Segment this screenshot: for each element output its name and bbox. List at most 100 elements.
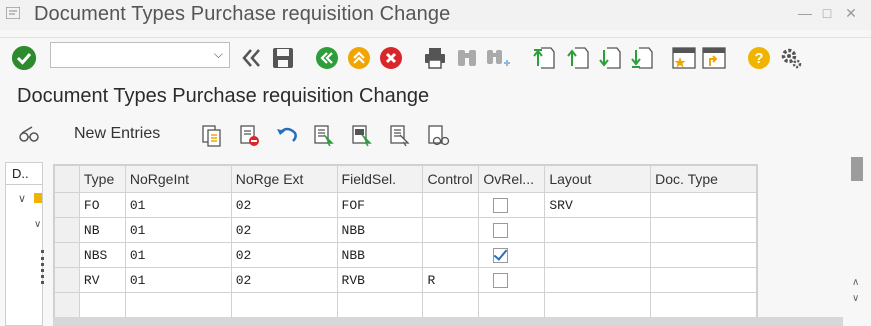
table-row-empty[interactable] bbox=[54, 292, 757, 318]
doctype-cell[interactable] bbox=[650, 217, 757, 243]
empty-cell[interactable] bbox=[230, 292, 338, 318]
last-page-icon[interactable] bbox=[630, 46, 654, 70]
doctype-cell[interactable] bbox=[650, 267, 757, 293]
empty-cell[interactable] bbox=[124, 292, 232, 318]
empty-cell[interactable] bbox=[422, 292, 480, 318]
save-icon[interactable] bbox=[272, 47, 294, 69]
norgeext-cell[interactable]: 02 bbox=[230, 267, 338, 293]
select-all-cell[interactable] bbox=[54, 165, 80, 193]
pane-splitter[interactable] bbox=[41, 250, 48, 284]
exit-icon[interactable] bbox=[348, 47, 370, 69]
menu-icon[interactable] bbox=[6, 7, 20, 19]
delete-icon[interactable] bbox=[240, 125, 260, 147]
row-selector[interactable] bbox=[54, 292, 80, 318]
shortcut-icon[interactable] bbox=[702, 46, 726, 70]
minimize-icon[interactable]: — bbox=[798, 6, 812, 20]
scroll-thumb[interactable] bbox=[851, 157, 863, 181]
copy-as-icon[interactable] bbox=[202, 125, 222, 147]
fieldsel-cell[interactable]: RVB bbox=[336, 267, 424, 293]
norgeint-cell[interactable]: 01 bbox=[124, 217, 232, 243]
table-row[interactable]: RV 01 02 RVB R bbox=[54, 267, 757, 293]
norgeint-cell[interactable]: 01 bbox=[124, 267, 232, 293]
previous-page-icon[interactable] bbox=[566, 46, 590, 70]
empty-cell[interactable] bbox=[544, 292, 652, 318]
row-selector[interactable] bbox=[54, 192, 80, 218]
type-cell[interactable]: NB bbox=[78, 217, 126, 243]
close-icon[interactable]: ✕ bbox=[844, 6, 858, 20]
row-selector[interactable] bbox=[54, 267, 80, 293]
help-icon[interactable]: ? bbox=[748, 47, 770, 69]
doctype-cell[interactable] bbox=[650, 242, 757, 268]
row-selector[interactable] bbox=[54, 217, 80, 243]
next-page-icon[interactable] bbox=[598, 46, 622, 70]
fieldsel-cell[interactable]: NBB bbox=[336, 217, 424, 243]
details-icon[interactable] bbox=[428, 125, 450, 147]
empty-cell[interactable] bbox=[478, 292, 546, 318]
new-session-icon[interactable] bbox=[672, 46, 696, 70]
back-double-icon[interactable] bbox=[240, 47, 262, 69]
new-entries-button[interactable]: New Entries bbox=[74, 125, 160, 143]
layout-cell[interactable]: SRV bbox=[544, 192, 652, 218]
table-row[interactable]: NBS 01 02 NBB bbox=[54, 242, 757, 268]
layout-cell[interactable] bbox=[544, 242, 652, 268]
column-header[interactable]: Doc. Type bbox=[650, 165, 757, 193]
display-change-icon[interactable] bbox=[18, 125, 40, 145]
undo-icon[interactable] bbox=[276, 125, 298, 145]
print-icon[interactable] bbox=[424, 47, 446, 69]
deselect-all-icon[interactable] bbox=[390, 125, 410, 147]
type-cell[interactable]: FO bbox=[78, 192, 126, 218]
norgeint-cell[interactable]: 01 bbox=[124, 192, 232, 218]
first-page-icon[interactable] bbox=[532, 46, 556, 70]
norgeint-cell[interactable]: 01 bbox=[124, 242, 232, 268]
empty-cell[interactable] bbox=[336, 292, 424, 318]
table-row[interactable]: FO 01 02 FOF SRV bbox=[54, 192, 757, 218]
row-selector[interactable] bbox=[54, 242, 80, 268]
find-next-icon[interactable] bbox=[486, 47, 510, 69]
control-cell[interactable] bbox=[422, 242, 480, 268]
ovrel-checkbox[interactable] bbox=[493, 247, 509, 263]
chevron-down-icon[interactable]: ⌵ bbox=[214, 47, 223, 62]
ovrel-checkbox[interactable] bbox=[493, 197, 509, 213]
fieldsel-cell[interactable]: NBB bbox=[336, 242, 424, 268]
norgeext-cell[interactable]: 02 bbox=[230, 217, 338, 243]
ovrel-checkbox[interactable] bbox=[493, 222, 509, 238]
ovrel-checkbox[interactable] bbox=[493, 272, 509, 288]
gear-icon[interactable] bbox=[780, 47, 802, 69]
select-all-icon[interactable] bbox=[314, 125, 334, 147]
vertical-scrollbar[interactable]: ∧ ∨ bbox=[848, 155, 866, 315]
fieldsel-cell[interactable]: FOF bbox=[336, 192, 424, 218]
column-header[interactable]: Control bbox=[422, 165, 480, 193]
control-cell[interactable]: R bbox=[422, 267, 480, 293]
column-header[interactable]: FieldSel. bbox=[336, 165, 424, 193]
back-icon[interactable] bbox=[316, 47, 338, 69]
horizontal-scrollbar[interactable] bbox=[53, 317, 843, 326]
column-header[interactable]: NoRge Ext bbox=[230, 165, 338, 193]
select-block-icon[interactable] bbox=[352, 125, 372, 147]
expand-icon[interactable]: ∨ bbox=[18, 192, 26, 205]
layout-cell[interactable] bbox=[544, 217, 652, 243]
type-cell[interactable]: NBS bbox=[78, 242, 126, 268]
doctype-cell[interactable] bbox=[650, 192, 757, 218]
column-header[interactable]: Type bbox=[78, 165, 126, 193]
column-header[interactable]: Layout bbox=[544, 165, 652, 193]
find-icon[interactable] bbox=[456, 47, 478, 69]
control-cell[interactable] bbox=[422, 192, 480, 218]
norgeext-cell[interactable]: 02 bbox=[230, 242, 338, 268]
cancel-icon[interactable] bbox=[380, 47, 402, 69]
table-row[interactable]: NB 01 02 NBB bbox=[54, 217, 757, 243]
enter-icon[interactable] bbox=[12, 46, 36, 70]
empty-cell[interactable] bbox=[78, 292, 126, 318]
control-cell[interactable] bbox=[422, 217, 480, 243]
scroll-down-icon[interactable]: ∨ bbox=[852, 293, 859, 304]
type-cell[interactable]: RV bbox=[78, 267, 126, 293]
column-header[interactable]: NoRgeInt bbox=[124, 165, 232, 193]
expand-icon[interactable]: ∨ bbox=[34, 219, 41, 230]
document-types-table: Type NoRgeInt NoRge Ext FieldSel. Contro… bbox=[53, 164, 758, 326]
scroll-up-icon[interactable]: ∧ bbox=[852, 277, 859, 288]
norgeext-cell[interactable]: 02 bbox=[230, 192, 338, 218]
empty-cell[interactable] bbox=[650, 292, 757, 318]
column-header[interactable]: OvRel... bbox=[478, 165, 546, 193]
maximize-icon[interactable]: □ bbox=[820, 6, 834, 20]
command-field[interactable]: ⌵ bbox=[50, 42, 230, 68]
layout-cell[interactable] bbox=[544, 267, 652, 293]
